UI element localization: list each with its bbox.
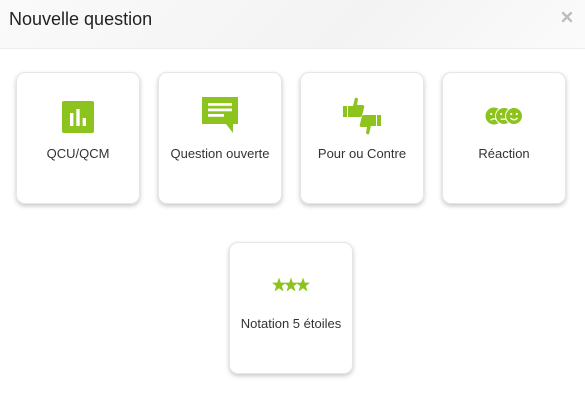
option-label: QCU/QCM [46, 146, 110, 161]
speech-bubble-icon [202, 97, 238, 133]
option-card-notation-5-etoiles[interactable]: Notation 5 étoiles [229, 242, 353, 374]
option-card-pour-ou-contre[interactable]: Pour ou Contre [300, 72, 424, 204]
option-card-qcu-qcm[interactable]: QCU/QCM [16, 72, 140, 204]
thumbs-up-down-icon [343, 97, 381, 135]
bar-chart-icon [62, 101, 94, 133]
option-label: Pour ou Contre [317, 146, 407, 161]
close-icon[interactable] [560, 10, 574, 24]
three-stars-icon [272, 277, 310, 292]
option-label: Notation 5 étoiles [240, 316, 342, 331]
emoji-faces-icon [485, 107, 523, 125]
option-card-reaction[interactable]: Réaction [442, 72, 566, 204]
dialog-title: Nouvelle question [9, 9, 153, 29]
option-label: Réaction [478, 146, 530, 161]
new-question-dialog: Nouvelle question QCU/QCM Question ouver… [0, 0, 585, 412]
dialog-header: Nouvelle question [0, 0, 585, 49]
option-label: Question ouverte [170, 146, 270, 161]
option-card-question-ouverte[interactable]: Question ouverte [158, 72, 282, 204]
